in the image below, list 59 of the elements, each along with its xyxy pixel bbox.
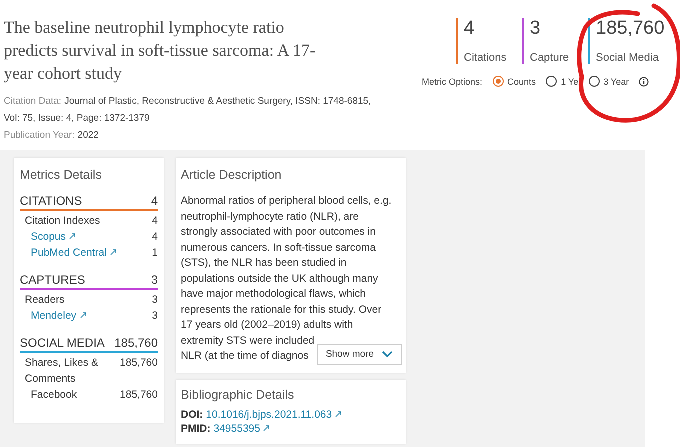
metric-value: 4 bbox=[152, 230, 158, 245]
bib-link[interactable]: 10.1016/j.bjps.2021.11.063 bbox=[206, 408, 342, 420]
description-line: Abnormal ratios of peripheral blood cells, e.g. bbox=[181, 194, 392, 209]
description-line: represents the rationale for this study. Over bbox=[181, 302, 382, 318]
metric-label: Shares, Likes & Comments bbox=[25, 356, 100, 387]
metric-option[interactable]: Counts bbox=[492, 76, 536, 87]
metric-option[interactable]: 3 Year bbox=[588, 76, 630, 87]
section-header: SOCIAL MEDIA 185,760 bbox=[20, 336, 158, 353]
description-line: (STS), the NLR has been studied in bbox=[181, 256, 347, 271]
external-link-icon bbox=[110, 249, 117, 256]
show-more-button[interactable]: Show more bbox=[316, 344, 402, 364]
metric-summary: 3 Capture bbox=[522, 18, 580, 64]
metric-value: 185,760 bbox=[120, 388, 158, 403]
description-line: strongly associated with poor outcomes in bbox=[181, 225, 376, 240]
section-header: CITATIONS 4 bbox=[20, 194, 158, 211]
citation-label: Citation Data: bbox=[4, 96, 62, 107]
section-header: CAPTURES 3 bbox=[20, 273, 158, 290]
bib-label: PMID: bbox=[181, 422, 211, 434]
radio-button[interactable] bbox=[588, 76, 600, 87]
description-line: extremity STS were included bbox=[181, 334, 315, 348]
metric-value: 3 bbox=[152, 293, 158, 308]
external-link-icon bbox=[335, 410, 342, 418]
metric-label: Readers bbox=[25, 293, 65, 308]
chevron-down-icon bbox=[382, 350, 393, 358]
info-icon[interactable] bbox=[639, 76, 650, 86]
card-title: Metrics Details bbox=[20, 168, 103, 182]
radio-button[interactable] bbox=[492, 76, 504, 87]
card-title: Bibliographic Details bbox=[181, 388, 296, 402]
bib-label: DOI: bbox=[181, 408, 204, 420]
bib-link[interactable]: 34955395 bbox=[214, 422, 270, 434]
description-line: 17 years old (2002–2019) adults with bbox=[181, 318, 354, 333]
metric-label: Facebook bbox=[31, 388, 78, 403]
external-link-icon bbox=[80, 312, 87, 319]
article-title: The baseline neutrophil lymphocyte ratio predicts survival in soft-tissue sarcoma: A 17-year cohort study bbox=[4, 17, 317, 85]
description-line: populations outside the UK although many bbox=[181, 272, 378, 286]
card-title: Article Description bbox=[181, 168, 283, 182]
metric-value: 185,760 bbox=[120, 356, 158, 371]
metric-summary: 4 Citations bbox=[456, 18, 514, 64]
metric-summary: 185,760 Social Media bbox=[588, 18, 671, 64]
metric-option[interactable]: 1 Ye bbox=[546, 76, 579, 87]
metric-label: Citation Indexes bbox=[25, 214, 100, 229]
radio-button[interactable] bbox=[546, 76, 558, 87]
source-link[interactable]: Scopus bbox=[31, 229, 76, 245]
external-link-icon bbox=[263, 424, 270, 432]
metric-value: 4 bbox=[152, 214, 158, 229]
metric-value: 1 bbox=[152, 246, 158, 261]
citation-value: Vol: 75, Issue: 4, Page: 1372-1379 bbox=[4, 113, 150, 124]
citation-value: Journal of Plastic, Reconstructive & Aesthetic Surgery, ISSN: 1748-6815, bbox=[64, 96, 372, 107]
citation-label: Publication Year: bbox=[4, 130, 75, 141]
external-link-icon bbox=[69, 233, 76, 240]
description-line: numerous cancers. In soft-tissue sarcoma bbox=[181, 240, 376, 256]
citation-value: 2022 bbox=[78, 130, 99, 141]
description-line: have major methodological flaws, which bbox=[181, 287, 366, 302]
source-link[interactable]: Mendeley bbox=[31, 308, 87, 324]
metric-value: 3 bbox=[152, 309, 158, 324]
metric-options-label: Metric Options: bbox=[422, 76, 483, 86]
description-line: neutrophil-lymphocyte ratio (NLR), are bbox=[181, 210, 359, 224]
source-link[interactable]: PubMed Central bbox=[31, 245, 117, 261]
description-line: NLR (at the time of diagnos bbox=[181, 349, 309, 364]
